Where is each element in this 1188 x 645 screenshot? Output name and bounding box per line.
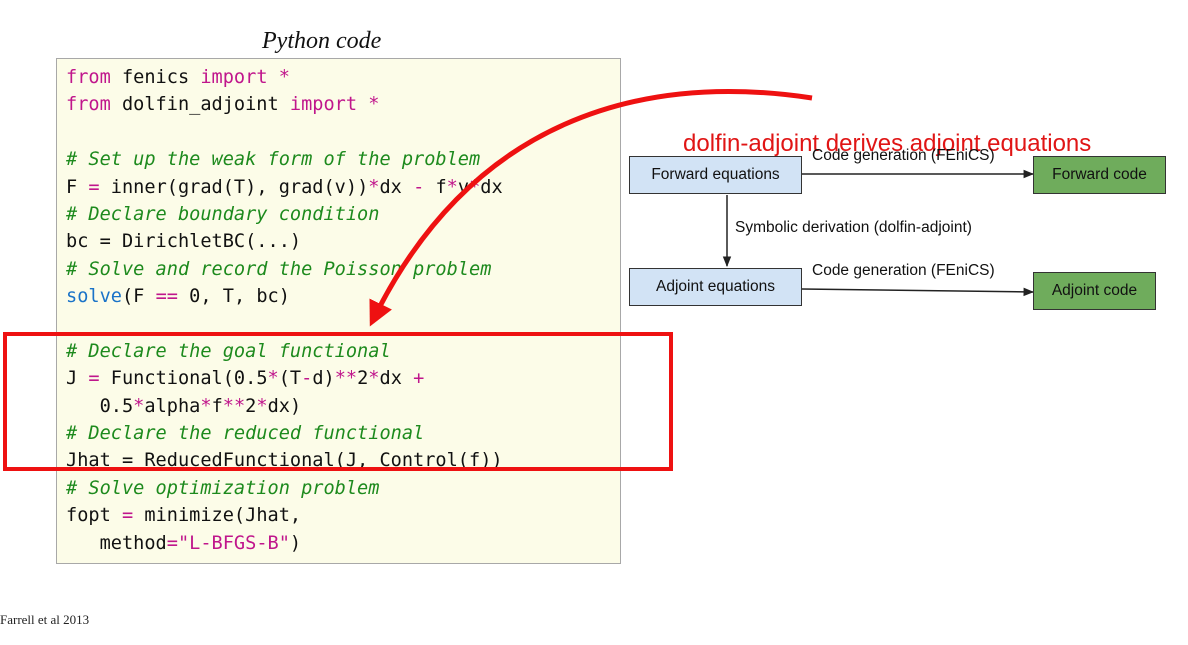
forward-code-node: Forward code <box>1033 156 1166 194</box>
edge-derivation-label: Symbolic derivation (dolfin-adjoint) <box>735 219 972 236</box>
adjoint-equations-node: Adjoint equations <box>629 268 802 306</box>
edge-adjoint-line <box>801 287 1035 297</box>
adjoint-code-node: Adjoint code <box>1033 272 1156 310</box>
edge-forward-label: Code generation (FEniCS) <box>812 147 995 164</box>
adjoint-arrow <box>369 89 1035 327</box>
forward-equations-node: Forward equations <box>629 156 802 194</box>
edge-adjoint-label: Code generation (FEniCS) <box>812 262 995 279</box>
citation: Farrell et al 2013 <box>0 612 90 627</box>
